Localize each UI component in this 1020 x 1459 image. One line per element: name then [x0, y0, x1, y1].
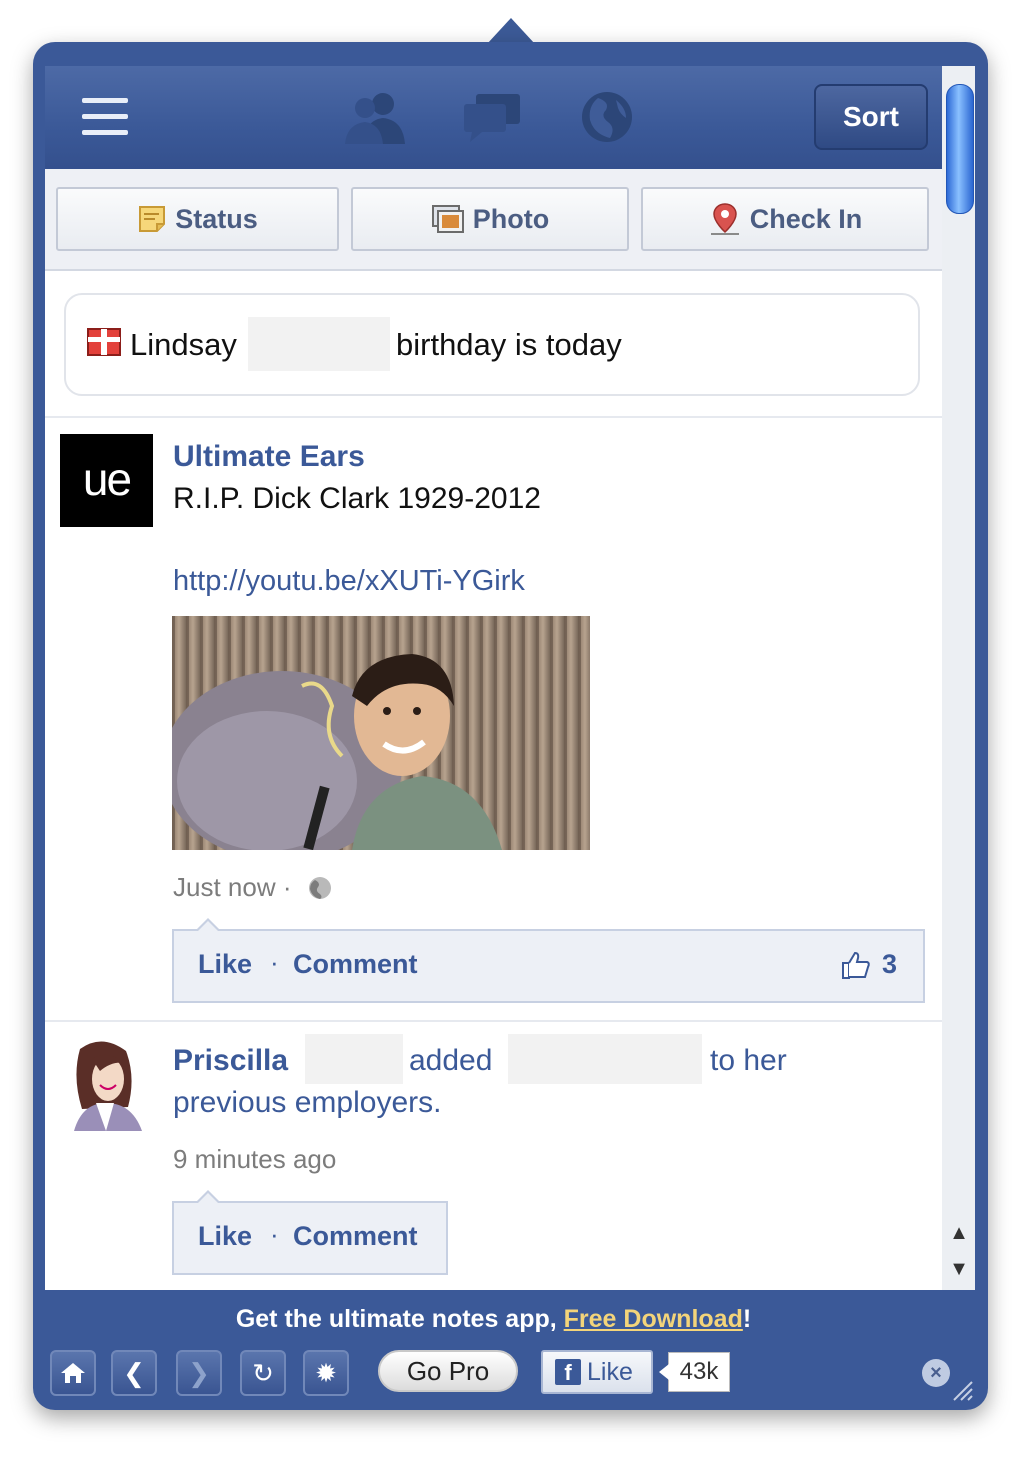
birthday-text: birthday is today [396, 327, 622, 362]
promo-suffix: ! [742, 1305, 752, 1333]
redacted-employer [508, 1034, 702, 1084]
scrollbar-track[interactable] [942, 66, 975, 1290]
divider [45, 1020, 942, 1022]
post-timestamp: 9 minutes ago [173, 1144, 337, 1174]
post-text: R.I.P. Dick Clark 1929-2012 [173, 482, 541, 515]
check-in-button[interactable]: Check In [641, 187, 929, 251]
scrollbar-thumb[interactable] [946, 84, 974, 214]
messages-icon[interactable] [462, 90, 522, 142]
post-author[interactable]: Priscilla [173, 1044, 288, 1078]
globe-icon[interactable] [580, 90, 634, 144]
home-button[interactable] [50, 1350, 96, 1396]
post-link[interactable]: http://youtu.be/xXUTi-YGirk [173, 565, 525, 598]
photo-button[interactable]: Photo [351, 187, 629, 251]
scroll-down-arrow-icon[interactable]: ▼ [946, 1254, 972, 1284]
scroll-up-arrow-icon[interactable]: ▲ [946, 1218, 972, 1248]
location-pin-icon [710, 203, 739, 235]
refresh-button[interactable]: ↻ [240, 1350, 286, 1396]
photo-label: Photo [472, 203, 550, 234]
separator: · [270, 947, 279, 977]
redacted-name [305, 1034, 403, 1084]
avatar[interactable] [62, 1037, 150, 1131]
photo-icon [431, 205, 464, 233]
redacted-name [248, 317, 390, 371]
chevron-left-icon: ❮ [123, 1358, 145, 1388]
comment-button[interactable]: Comment [293, 1221, 418, 1252]
popover-arrow [487, 18, 535, 44]
facebook-logo-icon: f [555, 1359, 581, 1385]
note-icon [139, 206, 166, 232]
divider [45, 416, 942, 418]
facebook-like-button[interactable]: f Like [541, 1350, 653, 1394]
friends-icon[interactable] [343, 90, 409, 146]
post-text-tail: to her [710, 1044, 787, 1077]
like-button[interactable]: Like [198, 1221, 252, 1252]
resize-grip-icon[interactable] [950, 1378, 974, 1402]
status-button[interactable]: Status [56, 187, 339, 251]
promo-banner: Get the ultimate notes app, Free Downloa… [45, 1305, 942, 1334]
post-text: previous employers. [173, 1086, 442, 1119]
go-pro-button[interactable]: Go Pro [378, 1350, 518, 1392]
close-icon[interactable]: × [922, 1359, 950, 1387]
video-thumbnail[interactable] [172, 616, 590, 850]
refresh-icon: ↻ [252, 1358, 274, 1388]
post-actions-bar: Like · Comment [172, 1190, 448, 1275]
home-icon [61, 1363, 85, 1383]
settings-button[interactable]: ✹ [303, 1350, 349, 1396]
back-button[interactable]: ❮ [111, 1350, 157, 1396]
composer-bar: Status Photo Check In [45, 169, 942, 271]
birthday-card[interactable]: Lindsay birthday is today [64, 293, 920, 396]
thumbs-up-icon[interactable] [840, 949, 872, 981]
sort-button[interactable]: Sort [814, 84, 928, 150]
promo-text: Get the ultimate notes app, [235, 1305, 564, 1333]
post-verb: added [409, 1044, 493, 1077]
separator: · [270, 1219, 279, 1249]
gear-icon: ✹ [315, 1358, 337, 1388]
globe-privacy-icon[interactable] [307, 875, 333, 901]
post-author[interactable]: Ultimate Ears [173, 440, 365, 474]
free-download-link[interactable]: Free Download [564, 1305, 743, 1333]
like-button[interactable]: Like [198, 949, 252, 980]
ultimate-ears-logo[interactable]: ue [60, 434, 153, 527]
menu-icon[interactable] [82, 98, 128, 136]
post-actions-bar: Like · Comment 3 [172, 918, 925, 1003]
comment-button[interactable]: Comment [293, 949, 418, 980]
gift-icon [87, 328, 121, 356]
forward-button[interactable]: ❯ [176, 1350, 222, 1396]
status-label: Status [175, 203, 258, 234]
like-count[interactable]: 3 [882, 949, 897, 980]
birthday-name: Lindsay [130, 327, 237, 362]
chevron-right-icon: ❯ [188, 1358, 210, 1388]
like-count-bubble: 43k [659, 1352, 730, 1392]
check-in-label: Check In [749, 203, 863, 234]
news-feed: Status Photo Check In Lindsay birthday i… [45, 169, 942, 1290]
facebook-like-label: Like [587, 1357, 633, 1386]
post-timestamp: Just now · [173, 872, 292, 902]
